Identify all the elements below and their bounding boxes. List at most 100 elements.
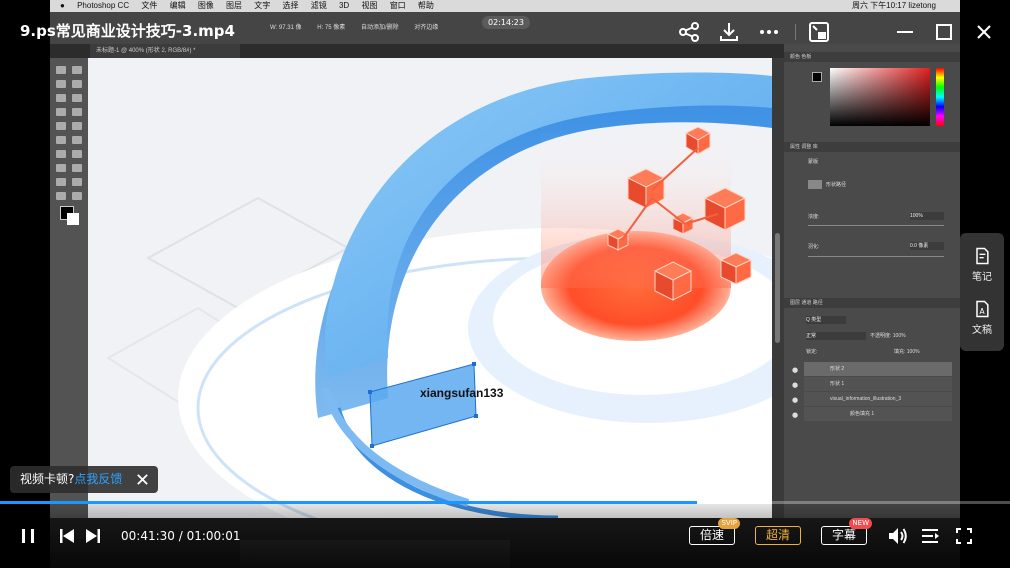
share-icon — [679, 22, 699, 42]
menubar-item: 图像 — [197, 1, 214, 10]
more-tools-icon — [72, 192, 82, 200]
layer-row[interactable]: 颜色填充 1 — [804, 407, 952, 421]
notes-button[interactable]: 笔记 — [960, 246, 1004, 283]
menubar-item: 3D — [338, 1, 350, 10]
quality-label: 超清 — [765, 528, 790, 542]
more-button[interactable] — [757, 20, 781, 44]
close-toast-icon[interactable] — [136, 473, 149, 486]
picture-in-picture-button[interactable] — [807, 20, 831, 44]
maximize-icon — [936, 24, 952, 40]
current-time: 00:41:30 — [121, 529, 175, 543]
option-height: H: 75 像素 — [317, 25, 346, 31]
density-slider[interactable] — [808, 225, 944, 226]
hand-tool-icon — [72, 178, 82, 186]
properties-panel-tabs: 属性 调整 库 — [784, 142, 960, 152]
color-picker-field — [830, 68, 930, 126]
hue-slider — [936, 68, 944, 126]
next-icon[interactable] — [84, 527, 102, 545]
mask-label: 蒙版 — [808, 159, 819, 165]
menubar-item: 编辑 — [169, 1, 186, 10]
speed-button[interactable]: 倍速 SVIP — [689, 518, 740, 545]
shape-path-label: 形状路径 — [826, 182, 847, 188]
eye-icon[interactable]: ● — [792, 396, 798, 404]
download-button[interactable] — [717, 20, 741, 44]
stamp-tool-icon — [56, 122, 66, 130]
maximize-button[interactable] — [932, 20, 956, 44]
ps-document-tab: 未标题-1 @ 400% (形状 2, RGB/8#) * — [90, 44, 240, 58]
fullscreen-icon[interactable] — [955, 527, 973, 545]
feather-slider[interactable] — [808, 256, 944, 257]
crop-tool-icon — [56, 94, 66, 102]
illustration-artwork — [106, 72, 772, 518]
blend-mode-select[interactable]: 正常 — [806, 332, 866, 340]
playlist-icon[interactable] — [920, 527, 940, 545]
feather-value[interactable]: 0.0 像素 — [910, 242, 944, 250]
layer-row[interactable]: 形状 1 — [804, 377, 952, 391]
mac-menubar: ● Photoshop CC 文件 编辑 图像 图层 文字 选择 滤镜 3D 视… — [50, 0, 960, 12]
menubar-item: 窗口 — [389, 1, 406, 10]
playback-time: 00:41:30 / 01:00:01 — [121, 529, 241, 543]
path-select-tool-icon — [72, 164, 82, 172]
watermark-text: xiangsufan133 — [420, 386, 504, 400]
menubar-item: 图层 — [226, 1, 243, 10]
svg-text:A: A — [980, 307, 986, 316]
blur-tool-icon — [72, 136, 82, 144]
svip-badge: SVIP — [718, 518, 740, 529]
eye-icon[interactable]: ● — [792, 366, 798, 374]
share-button[interactable] — [677, 20, 701, 44]
total-duration: 01:00:01 — [186, 529, 241, 543]
notes-icon — [976, 247, 989, 265]
fill-field[interactable]: 填充: 100% — [894, 348, 920, 356]
quality-button[interactable]: 超清 — [755, 526, 801, 545]
eye-icon[interactable]: ● — [792, 411, 798, 419]
lasso-tool-icon — [56, 80, 66, 88]
background-color-swatch — [67, 213, 79, 225]
type-tool-icon — [56, 164, 66, 172]
subtitle-button[interactable]: 字幕 NEW — [821, 518, 872, 545]
layer-row[interactable]: visual_information_illustration_3 — [804, 392, 952, 406]
canvas-scrollbar — [772, 58, 784, 518]
fg-color-chip — [812, 72, 822, 82]
minimize-icon — [897, 31, 913, 33]
volume-icon[interactable] — [887, 526, 909, 546]
eraser-tool-icon — [72, 122, 82, 130]
lag-feedback-toast: 视频卡顿?点我反馈 — [10, 466, 158, 493]
shape-tool-icon — [56, 178, 66, 186]
option-align-edges: 对齐边缘 — [414, 25, 439, 31]
layer-row[interactable]: 形状 2 — [804, 362, 952, 376]
menubar-item: 滤镜 — [310, 1, 327, 10]
close-button[interactable] — [972, 20, 996, 44]
close-icon — [977, 25, 991, 39]
gradient-tool-icon — [56, 136, 66, 144]
download-icon — [720, 23, 738, 41]
feedback-link[interactable]: 点我反馈 — [74, 472, 122, 486]
eyedropper-tool-icon — [72, 94, 82, 102]
dodge-tool-icon — [56, 150, 66, 158]
previous-icon[interactable] — [58, 527, 76, 545]
layer-name: 颜色填充 1 — [850, 411, 875, 417]
healing-tool-icon — [56, 108, 66, 116]
menubar-item: 选择 — [282, 1, 299, 10]
shape-path-thumb — [808, 180, 822, 189]
minimize-button[interactable] — [893, 20, 917, 44]
density-label: 浓度: — [808, 214, 820, 220]
density-value[interactable]: 100% — [910, 212, 944, 220]
layer-name: 形状 1 — [830, 381, 845, 387]
eye-icon[interactable]: ● — [792, 381, 798, 389]
pause-icon[interactable] — [20, 527, 36, 545]
ps-right-panels: 颜色 色板 属性 调整 库 蒙版 形状路径 浓度: 100% 羽化: 0.0 像… — [784, 44, 960, 518]
video-title: 9.ps常见商业设计技巧-3.mp4 — [20, 22, 235, 40]
menubar-item: Photoshop CC — [77, 1, 130, 10]
magic-wand-tool-icon — [72, 80, 82, 88]
video-frame[interactable]: ● Photoshop CC 文件 编辑 图像 图层 文字 选择 滤镜 3D 视… — [50, 0, 960, 568]
opacity-field[interactable]: 不透明度: 100% — [870, 332, 906, 340]
speed-label: 倍速 — [699, 528, 724, 542]
side-tool-pane: 笔记 A 文稿 — [960, 233, 1004, 351]
ps-canvas: xiangsufan133 — [88, 58, 772, 518]
layer-name: 形状 2 — [830, 366, 845, 372]
option-auto-add: 自动添加/删除 — [360, 25, 399, 31]
zoom-tool-icon — [56, 192, 66, 200]
layer-kind-filter[interactable]: Q 类型 — [806, 316, 846, 324]
ps-toolbox — [50, 58, 88, 518]
transcript-button[interactable]: A 文稿 — [960, 299, 1004, 336]
